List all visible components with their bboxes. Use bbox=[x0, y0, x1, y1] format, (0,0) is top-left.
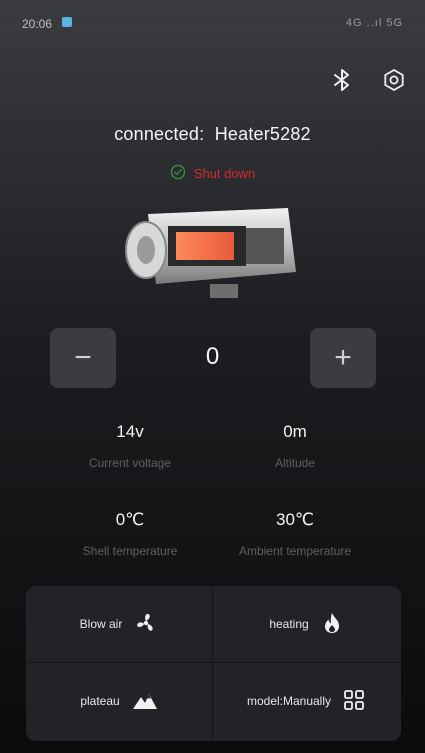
model-manually-button[interactable]: model:Manually bbox=[213, 663, 399, 739]
flame-icon bbox=[321, 611, 343, 638]
shell-temperature-label: Shell temperature bbox=[82, 544, 178, 558]
ambient-temperature-label: Ambient temperature bbox=[238, 544, 352, 558]
ambient-temperature-metric: 30℃ Ambient temperature bbox=[200, 510, 390, 558]
ambient-temperature-value: 30℃ bbox=[275, 510, 314, 529]
heating-button[interactable]: heating bbox=[213, 586, 399, 663]
heater-state: Shut down bbox=[0, 164, 425, 183]
device-name: Heater5282 bbox=[214, 124, 311, 144]
heater-image bbox=[118, 200, 308, 308]
altitude-metric: 0m Altitude bbox=[200, 422, 390, 470]
connected-label: connected: bbox=[114, 124, 205, 144]
shell-temperature-value: 0℃ bbox=[115, 510, 145, 529]
increase-button[interactable]: + bbox=[310, 328, 376, 388]
notification-icon bbox=[62, 17, 72, 27]
status-time: 20:06 bbox=[22, 17, 53, 31]
grid-icon bbox=[343, 689, 365, 714]
heating-label: heating bbox=[269, 617, 309, 631]
state-text: Shut down bbox=[193, 166, 256, 181]
voltage-value: 14v bbox=[116, 422, 144, 441]
model-label: model:Manually bbox=[246, 694, 332, 708]
shell-temperature-metric: 0℃ Shell temperature bbox=[35, 510, 225, 558]
blow-air-label: Blow air bbox=[79, 617, 123, 631]
voltage-label: Current voltage bbox=[88, 456, 172, 470]
fan-icon bbox=[134, 611, 158, 638]
bluetooth-icon[interactable] bbox=[328, 66, 356, 94]
altitude-label: Altitude bbox=[274, 456, 316, 470]
status-bar: 20:06 4G ..ıl 5G bbox=[0, 0, 425, 34]
plateau-label: plateau bbox=[80, 694, 120, 708]
mode-panel: Blow air heating plateau model:Manually bbox=[26, 586, 401, 741]
voltage-metric: 14v Current voltage bbox=[35, 422, 225, 470]
level-value: 0 bbox=[205, 343, 220, 370]
check-circle-icon bbox=[170, 164, 186, 183]
connection-title: connected: Heater5282 bbox=[0, 124, 425, 145]
mountain-icon bbox=[132, 689, 158, 714]
signal-icons: 4G ..ıl 5G bbox=[345, 17, 403, 29]
settings-gear-icon[interactable] bbox=[380, 66, 408, 94]
plateau-button[interactable]: plateau bbox=[26, 663, 213, 739]
decrease-button[interactable]: − bbox=[50, 328, 116, 388]
altitude-value: 0m bbox=[283, 422, 307, 441]
blow-air-button[interactable]: Blow air bbox=[26, 586, 213, 663]
